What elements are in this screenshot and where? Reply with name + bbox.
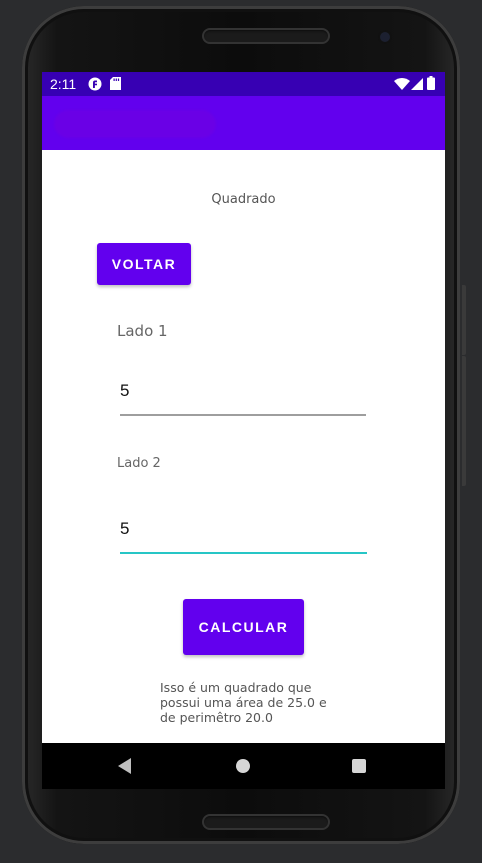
result-text: Isso é um quadrado que possui uma área d… xyxy=(160,680,327,725)
front-camera xyxy=(380,32,390,42)
phone-screen: 2:11 Quadrado VOLTAR Lado 1 Lado 2 CALCU… xyxy=(42,72,445,789)
volume-button[interactable] xyxy=(462,285,466,355)
navigation-bar xyxy=(42,743,445,789)
cell-signal-icon xyxy=(411,78,423,94)
calculate-button[interactable]: CALCULAR xyxy=(183,599,304,655)
recents-icon[interactable] xyxy=(352,759,366,773)
home-icon[interactable] xyxy=(236,759,250,773)
side1-label: Lado 1 xyxy=(117,322,168,340)
main-content: Quadrado VOLTAR Lado 1 Lado 2 CALCULAR I… xyxy=(42,150,445,743)
back-icon[interactable] xyxy=(118,758,131,774)
top-speaker xyxy=(202,28,330,44)
side2-underline-focused xyxy=(120,552,367,554)
bottom-speaker xyxy=(202,814,330,830)
status-time: 2:11 xyxy=(50,76,77,92)
status-bar: 2:11 xyxy=(42,72,445,96)
wifi-icon xyxy=(394,78,410,94)
app-bar xyxy=(42,96,445,150)
power-button[interactable] xyxy=(462,356,466,486)
page-title: Quadrado xyxy=(211,192,276,207)
f-notification-icon xyxy=(88,77,102,95)
side1-underline xyxy=(120,414,366,416)
side2-input[interactable] xyxy=(120,514,366,544)
sd-card-icon xyxy=(110,77,121,94)
side2-label: Lado 2 xyxy=(117,456,161,471)
side1-input[interactable] xyxy=(120,376,366,406)
back-button[interactable]: VOLTAR xyxy=(97,243,191,285)
battery-icon xyxy=(427,76,435,94)
app-title-redacted xyxy=(54,110,216,138)
